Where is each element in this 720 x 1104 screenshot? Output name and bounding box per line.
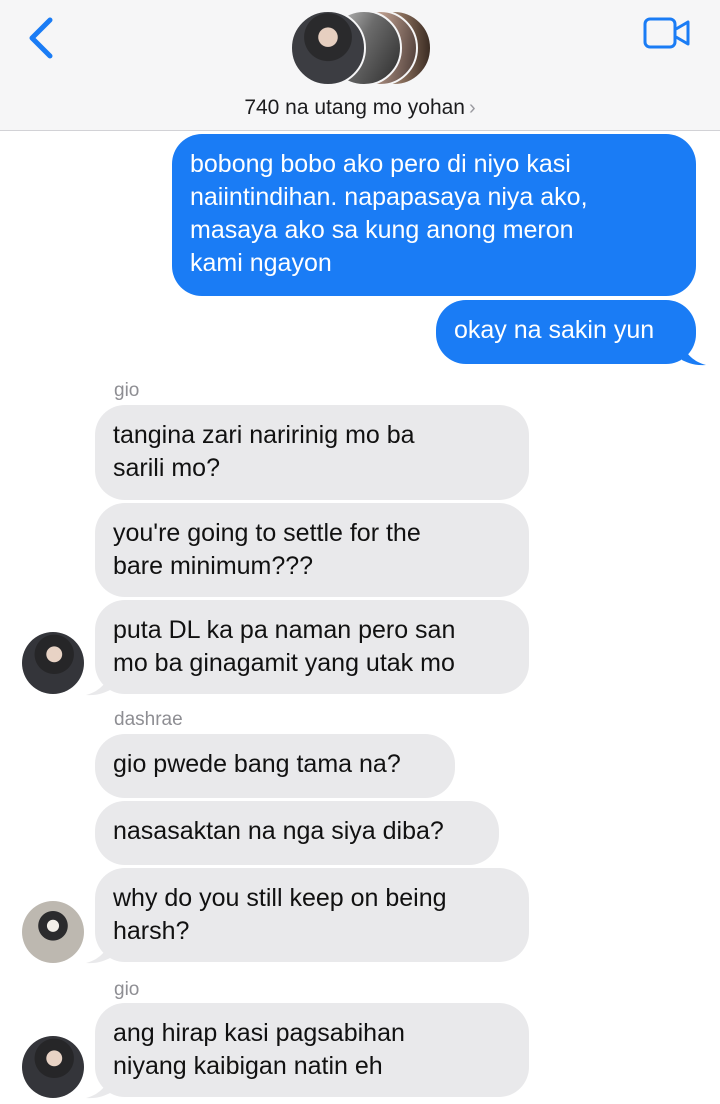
incoming-message[interactable]: why do you still keep on being harsh?: [95, 868, 529, 962]
avatar[interactable]: [22, 1036, 84, 1098]
facetime-video-button[interactable]: [642, 14, 694, 54]
incoming-message[interactable]: puta DL ka pa naman pero san mo ba ginag…: [95, 600, 529, 694]
avatar[interactable]: [22, 632, 84, 694]
back-button[interactable]: [24, 14, 64, 62]
sender-name: dashrae: [114, 709, 183, 730]
bubble-tail: [86, 1077, 110, 1099]
chevron-left-icon: [29, 17, 53, 59]
member-avatar: [290, 10, 366, 86]
sender-name: gio: [114, 380, 140, 401]
bubble-tail: [86, 674, 110, 696]
group-name[interactable]: 740 na utang mo yohan ›: [0, 96, 720, 120]
incoming-message[interactable]: ang hirap kasi pagsabihan niyang kaibiga…: [95, 1003, 529, 1097]
avatar[interactable]: [22, 901, 84, 963]
bubble-tail: [682, 344, 706, 366]
group-name-label: 740 na utang mo yohan: [244, 96, 465, 119]
incoming-message[interactable]: tangina zari naririnig mo ba sarili mo?: [95, 405, 529, 500]
bubble-tail: [86, 942, 110, 964]
incoming-message[interactable]: nasasaktan na nga siya diba?: [95, 801, 499, 865]
incoming-message[interactable]: gio pwede bang tama na?: [95, 734, 455, 798]
outgoing-message[interactable]: bobong bobo ako pero di niyo kasi naiint…: [172, 134, 696, 296]
sender-name: gio: [114, 979, 140, 1000]
conversation-header: 740 na utang mo yohan ›: [0, 0, 720, 131]
video-camera-icon: [643, 17, 690, 49]
group-avatar-stack[interactable]: [290, 10, 432, 88]
incoming-message[interactable]: you're going to settle for the bare mini…: [95, 503, 529, 597]
outgoing-message[interactable]: okay na sakin yun: [436, 300, 696, 364]
chevron-right-icon: ›: [469, 97, 476, 119]
